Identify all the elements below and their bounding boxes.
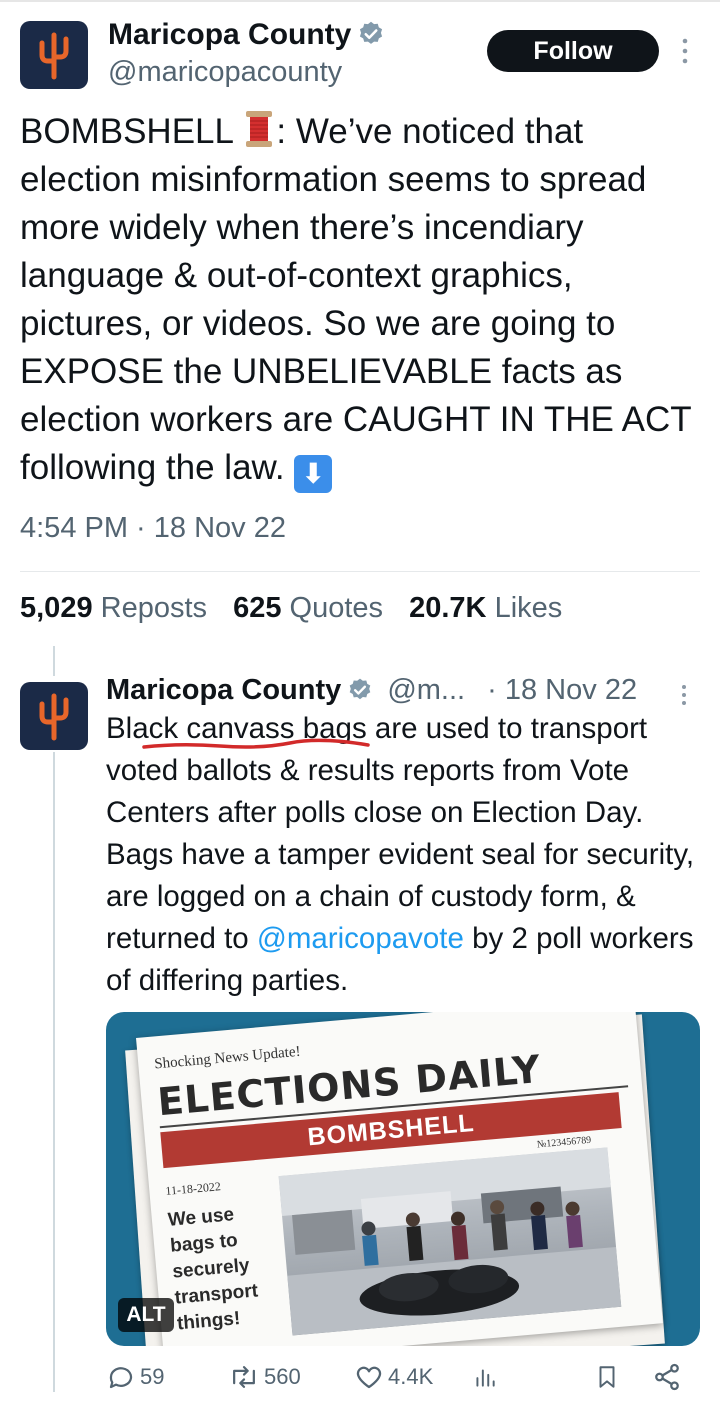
tweet-text-part2: : We’ve noticed that election misinforma… <box>20 112 692 487</box>
down-arrow-icon: ⬇ <box>294 455 333 493</box>
repost-button[interactable]: 560 <box>228 1362 301 1392</box>
county-logo-icon <box>39 32 69 80</box>
reply-more-options-icon[interactable] <box>680 684 688 706</box>
more-options-icon[interactable] <box>678 38 692 64</box>
author-name[interactable]: Maricopa County <box>108 18 351 51</box>
tweet-text: BOMBSHELL : We’ve noticed that election … <box>20 108 700 493</box>
red-underline-annotation <box>142 738 370 749</box>
author-name-row[interactable]: Maricopa County <box>108 18 385 52</box>
tweet-timestamp[interactable]: 4:54 PM · 18 Nov 22 <box>20 512 286 545</box>
likes-label: Likes <box>494 592 563 624</box>
reply-header: Maricopa County @m... · 18 Nov 22 <box>106 674 637 707</box>
mention-link[interactable]: @maricopavote <box>257 922 464 955</box>
tweet-media-image[interactable]: Shocking News Update! ELECTIONS DAILY BO… <box>106 1012 700 1346</box>
action-bar: 59 560 4.4K <box>106 1362 700 1402</box>
reply-button[interactable]: 59 <box>106 1362 164 1392</box>
bookmark-button[interactable] <box>594 1362 620 1392</box>
verified-badge-icon <box>349 678 371 700</box>
reply-icon <box>109 1367 133 1389</box>
newspaper-graphic: Shocking News Update! ELECTIONS DAILY BO… <box>136 1012 663 1346</box>
verified-badge-icon <box>360 21 383 44</box>
quotes-count: 625 <box>233 592 282 624</box>
engagement-stats: 5,029 Reposts 625 Quotes 20.7K Likes <box>20 592 562 625</box>
reposts-label: Reposts <box>100 592 208 624</box>
bookmark-icon <box>599 1366 615 1388</box>
reply-author-handle[interactable]: @m... <box>387 674 465 706</box>
newspaper-date: 11-18-2022 <box>164 1179 222 1198</box>
alt-text-badge[interactable]: ALT <box>118 1298 174 1332</box>
views-button[interactable] <box>472 1362 498 1392</box>
reply-count: 59 <box>140 1364 165 1389</box>
quotes-stat[interactable]: 625 Quotes <box>233 592 383 624</box>
share-button[interactable] <box>652 1362 682 1392</box>
like-count: 4.4K <box>388 1364 434 1389</box>
follow-button[interactable]: Follow <box>487 30 659 72</box>
reply-avatar[interactable] <box>20 682 88 750</box>
stats-divider <box>20 571 700 572</box>
thread-connector <box>53 752 55 1392</box>
repost-icon <box>233 1366 255 1388</box>
reposts-count: 5,029 <box>20 592 93 624</box>
quotes-label: Quotes <box>289 592 384 624</box>
likes-count: 20.7K <box>409 592 487 624</box>
newspaper-headline: We use bags to securely transport things… <box>167 1204 259 1335</box>
author-handle[interactable]: @maricopacounty <box>108 56 342 89</box>
repost-count: 560 <box>264 1364 301 1389</box>
thread-spool-icon <box>246 111 273 147</box>
reposts-stat[interactable]: 5,029 Reposts <box>20 592 207 624</box>
share-icon <box>655 1363 679 1391</box>
reply-date[interactable]: · 18 Nov 22 <box>487 674 637 706</box>
top-divider <box>0 0 720 2</box>
avatar[interactable] <box>20 21 88 89</box>
newspaper-issue-number: №123456789 <box>536 1134 592 1151</box>
like-button[interactable]: 4.4K <box>354 1362 433 1392</box>
newspaper-photo <box>278 1147 622 1336</box>
thread-connector <box>53 646 55 676</box>
views-icon <box>476 1369 495 1387</box>
heart-icon <box>356 1366 382 1389</box>
likes-stat[interactable]: 20.7K Likes <box>409 592 562 624</box>
county-logo-icon <box>39 693 69 741</box>
reply-author-name[interactable]: Maricopa County <box>106 674 341 706</box>
tweet-text-part1: BOMBSHELL <box>20 112 243 151</box>
